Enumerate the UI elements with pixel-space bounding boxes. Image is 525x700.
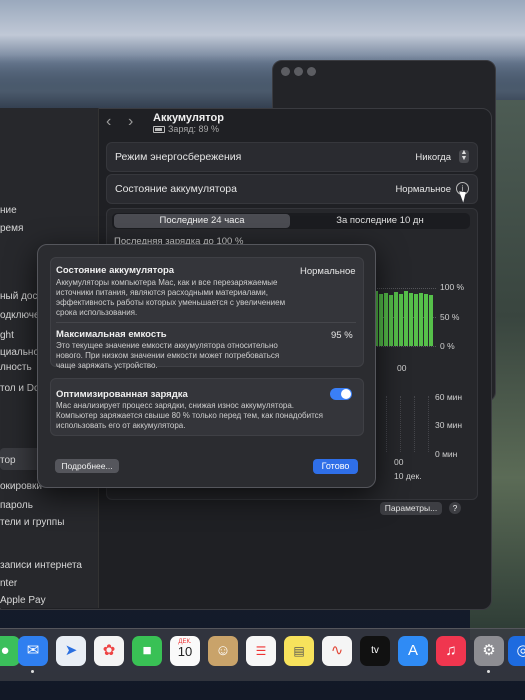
sidebar-item[interactable]: ный дост xyxy=(0,291,42,302)
facetime-icon[interactable]: ■ xyxy=(132,636,162,666)
calendar-icon[interactable]: ДЕК. 10 xyxy=(170,636,200,666)
usage-tick-label: 30 мин xyxy=(435,420,463,430)
tab-last-24-hours[interactable]: Последние 24 часа xyxy=(114,214,290,228)
running-indicator xyxy=(31,670,34,673)
sidebar-item-battery[interactable]: тор xyxy=(0,455,16,466)
safari-icon[interactable]: ◎ xyxy=(508,636,525,666)
forward-chevron-icon[interactable]: › xyxy=(128,113,133,131)
max-capacity-value: 95 % xyxy=(331,330,353,341)
sidebar-item[interactable]: окировки xyxy=(0,481,42,492)
energy-saver-value[interactable]: Никогда xyxy=(415,152,451,163)
usage-tick-label: 60 мин xyxy=(435,392,463,402)
optimized-charging-toggle[interactable] xyxy=(330,388,352,400)
health-value: Нормальное xyxy=(300,266,356,277)
mail-icon[interactable]: ✉ xyxy=(18,636,48,666)
battery-level-bar xyxy=(414,294,418,346)
y-tick-label: 50 % xyxy=(440,312,460,322)
battery-health-row: Состояние аккумулятора Нормальное i xyxy=(106,174,478,204)
divider xyxy=(56,322,356,323)
battery-level-bar xyxy=(379,294,383,346)
tab-last-10-days[interactable]: За последние 10 дн xyxy=(292,214,468,228)
energy-saver-row: Режим энергосбережения Никогда ▲ ▼ xyxy=(106,142,478,172)
battery-health-label: Состояние аккумулятора xyxy=(115,183,237,195)
updown-chevron-icon[interactable]: ▲ ▼ xyxy=(459,149,469,163)
battery-level-bar xyxy=(404,291,408,346)
optimized-charging-title: Оптимизированная зарядка xyxy=(56,389,188,400)
sidebar-item[interactable]: записи интернета xyxy=(0,560,82,571)
page-title: Аккумулятор xyxy=(153,112,224,124)
tv-label: tv xyxy=(371,645,379,656)
health-description: Аккумуляторы компьютера Mac, как и все п… xyxy=(56,278,286,317)
battery-level-bar xyxy=(429,295,433,346)
battery-icon xyxy=(153,126,165,134)
maps-icon[interactable]: ➤ xyxy=(56,636,86,666)
calendar-month: ДЕК. xyxy=(178,639,192,645)
energy-saver-label: Режим энергосбережения xyxy=(115,151,242,163)
system-settings-icon[interactable]: ⚙ xyxy=(474,636,504,666)
battery-charge-status: Заряд: 89 % xyxy=(153,124,219,134)
notes-icon[interactable]: ▤ xyxy=(284,636,314,666)
app-store-icon[interactable]: A xyxy=(398,636,428,666)
apple-tv-icon[interactable]: tv xyxy=(360,636,390,666)
usage-tick-label: 0 мин xyxy=(435,449,458,459)
usage-time-label: 00 xyxy=(394,457,404,467)
usage-date-label: 10 дек. xyxy=(394,471,422,481)
music-icon[interactable]: ♫ xyxy=(436,636,466,666)
battery-level-chart xyxy=(374,288,436,346)
contacts-icon[interactable]: ☺ xyxy=(208,636,238,666)
charge-text: Заряд: 89 % xyxy=(168,124,219,134)
more-info-button[interactable]: Подробнее... xyxy=(55,459,119,473)
photos-icon[interactable]: ✿ xyxy=(94,636,124,666)
max-capacity-title: Максимальная емкость xyxy=(56,329,167,340)
help-button[interactable]: ? xyxy=(449,502,461,514)
sidebar-item[interactable]: тели и группы xyxy=(0,517,64,528)
usage-chart-grid xyxy=(374,396,436,452)
battery-level-bar xyxy=(399,294,403,346)
battery-level-bar xyxy=(394,292,398,346)
battery-level-bar xyxy=(384,293,388,346)
health-title: Состояние аккумулятора xyxy=(56,265,175,276)
sidebar-item[interactable]: ремя xyxy=(0,223,23,234)
close-dot[interactable] xyxy=(281,67,290,76)
gridline xyxy=(374,346,436,347)
max-capacity-description: Это текущее значение емкости аккумулятор… xyxy=(56,341,280,370)
sidebar-item[interactable]: ght xyxy=(0,330,14,341)
sidebar-item[interactable]: ние xyxy=(0,205,17,216)
battery-level-bar xyxy=(419,293,423,346)
back-chevron-icon[interactable]: ‹ xyxy=(106,113,111,131)
battery-level-bar xyxy=(409,293,413,346)
battery-health-value: Нормальное xyxy=(395,184,451,195)
sidebar-item[interactable]: лность xyxy=(0,362,32,373)
optimized-charging-description: Mac анализирует процесс зарядки, снижая … xyxy=(56,401,323,430)
minimize-dot[interactable] xyxy=(294,67,303,76)
x-tick-label: 00 xyxy=(397,363,407,373)
reminders-icon[interactable]: ☰ xyxy=(246,636,276,666)
sidebar-item[interactable]: nter xyxy=(0,578,17,589)
messages-icon[interactable]: ● xyxy=(0,636,20,666)
options-button[interactable]: Параметры... xyxy=(380,502,442,515)
y-tick-label: 100 % xyxy=(440,282,465,292)
zoom-dot[interactable] xyxy=(307,67,316,76)
sidebar-item[interactable]: пароль xyxy=(0,500,33,511)
battery-level-bar xyxy=(424,294,428,346)
running-indicator xyxy=(487,670,490,673)
sidebar-item[interactable]: Apple Pay xyxy=(0,595,46,606)
done-button[interactable]: Готово xyxy=(313,459,358,474)
battery-level-bar xyxy=(389,295,393,346)
y-tick-label: 0 % xyxy=(440,341,455,351)
freeform-icon[interactable]: ∿ xyxy=(322,636,352,666)
